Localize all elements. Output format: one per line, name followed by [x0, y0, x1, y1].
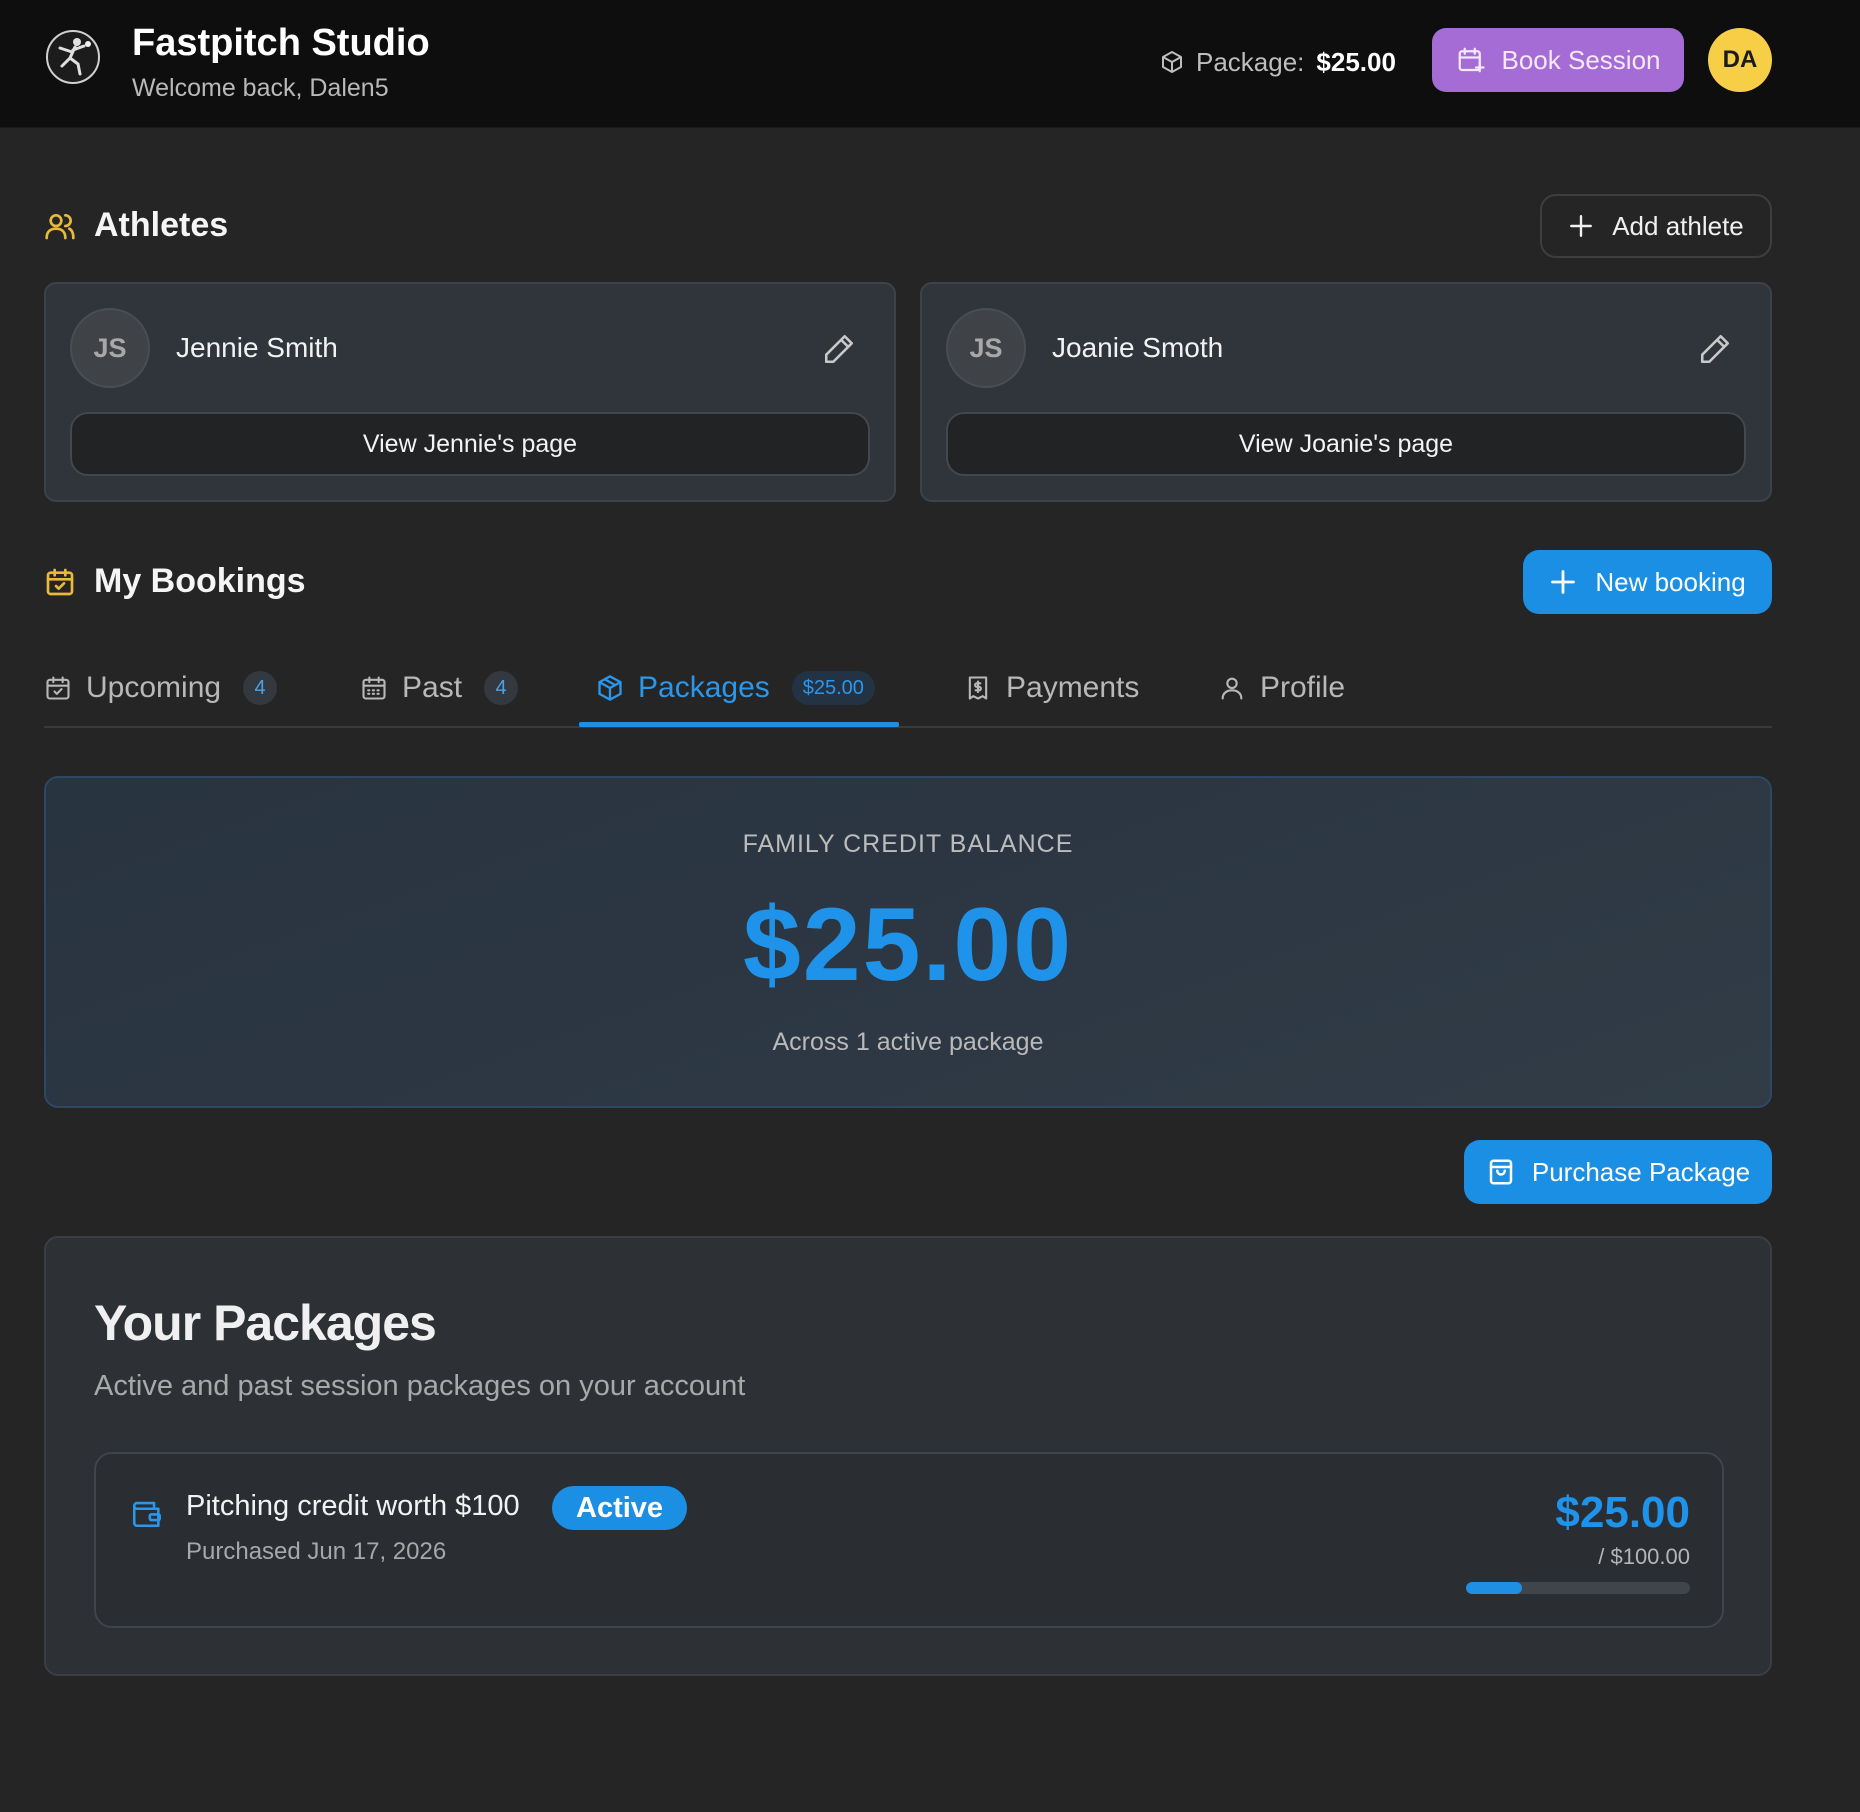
wallet-icon	[130, 1496, 164, 1530]
view-athlete-page-button[interactable]: View Joanie's page	[946, 412, 1746, 476]
plus-icon	[1549, 568, 1577, 596]
package-total-amount: / $100.00	[1598, 1544, 1690, 1569]
purchase-package-button[interactable]: Purchase Package	[1464, 1140, 1772, 1204]
book-session-label: Book Session	[1501, 44, 1661, 75]
package-icon	[1160, 50, 1184, 74]
calendar-check-icon	[44, 566, 76, 598]
count-badge: 4	[243, 671, 278, 705]
athlete-card: JS Joanie Smoth View Joanie's page	[920, 282, 1772, 502]
shopping-bag-icon	[1486, 1157, 1516, 1187]
package-name: Pitching credit worth $100	[186, 1490, 520, 1522]
athlete-name: Jennie Smith	[176, 332, 338, 363]
view-athlete-page-button[interactable]: View Jennie's page	[70, 412, 870, 476]
plus-icon	[1568, 213, 1594, 239]
receipt-icon	[964, 674, 992, 702]
tab-label: Payments	[1006, 671, 1140, 704]
active-tab-indicator	[579, 722, 899, 727]
bookings-heading: My Bookings	[44, 562, 306, 601]
tab-past[interactable]: Past 4	[360, 650, 519, 726]
credit-balance-card: FAMILY CREDIT BALANCE $25.00 Across 1 ac…	[44, 776, 1772, 1108]
purchase-package-label: Purchase Package	[1531, 1156, 1751, 1187]
package-label: Package:	[1196, 46, 1305, 77]
studio-logo	[44, 28, 102, 86]
calendar-grid-icon	[360, 674, 388, 702]
bookings-title: My Bookings	[94, 562, 306, 600]
your-packages-title: Your Packages	[94, 1295, 437, 1351]
bookings-tabs: Upcoming 4 Past 4 Packages $25.00 Paymen…	[44, 650, 1772, 728]
status-badge: Active	[552, 1486, 688, 1530]
package-list-item[interactable]: Pitching credit worth $100 Active Purcha…	[94, 1452, 1724, 1628]
tab-label: Past	[402, 671, 463, 704]
user-avatar[interactable]: DA	[1708, 28, 1772, 92]
app-title: Fastpitch Studio	[132, 22, 430, 64]
your-packages-subtitle: Active and past session packages on your…	[94, 1370, 746, 1402]
package-status: Package: $25.00	[1160, 44, 1396, 80]
new-booking-label: New booking	[1595, 566, 1746, 597]
count-badge: 4	[484, 671, 519, 705]
balance-badge: $25.00	[791, 671, 875, 705]
your-packages-card: Your Packages Active and past session pa…	[44, 1236, 1772, 1676]
add-athlete-label: Add athlete	[1612, 210, 1744, 241]
tab-profile[interactable]: Profile	[1218, 650, 1345, 726]
calendar-plus-icon	[1456, 45, 1486, 75]
tab-label: Packages	[638, 671, 770, 704]
tab-packages[interactable]: Packages $25.00	[596, 650, 875, 726]
athletes-heading: Athletes	[44, 206, 228, 245]
athlete-card: JS Jennie Smith View Jennie's page	[44, 282, 896, 502]
athlete-avatar: JS	[946, 308, 1026, 388]
tab-payments[interactable]: Payments	[964, 650, 1139, 726]
welcome-text: Welcome back, Dalen5	[132, 74, 389, 102]
add-athlete-button[interactable]: Add athlete	[1540, 194, 1772, 258]
tab-label: Upcoming	[86, 671, 222, 704]
users-icon	[44, 210, 76, 242]
book-session-button[interactable]: Book Session	[1432, 28, 1684, 92]
calendar-check-icon	[44, 674, 72, 702]
user-icon	[1218, 674, 1246, 702]
credit-balance-subtext: Across 1 active package	[772, 1028, 1044, 1056]
athlete-avatar: JS	[70, 308, 150, 388]
new-booking-button[interactable]: New booking	[1523, 550, 1772, 614]
package-purchase-date: Purchased Jun 17, 2026	[186, 1538, 447, 1565]
credit-balance-label: FAMILY CREDIT BALANCE	[742, 830, 1074, 858]
tab-label: Profile	[1260, 671, 1346, 704]
tab-upcoming[interactable]: Upcoming 4	[44, 650, 278, 726]
package-progress-fill	[1466, 1582, 1522, 1594]
package-progress-bar	[1466, 1582, 1690, 1594]
package-remaining-amount: $25.00	[1555, 1488, 1690, 1537]
package-value: $25.00	[1316, 46, 1396, 77]
pencil-icon[interactable]	[822, 332, 856, 366]
package-icon	[596, 674, 624, 702]
pencil-icon[interactable]	[1698, 332, 1732, 366]
athlete-name: Joanie Smoth	[1052, 332, 1224, 363]
top-bar: Fastpitch Studio Welcome back, Dalen5 Pa…	[0, 0, 1860, 128]
athletes-title: Athletes	[94, 206, 229, 244]
credit-balance-amount: $25.00	[742, 887, 1074, 1003]
